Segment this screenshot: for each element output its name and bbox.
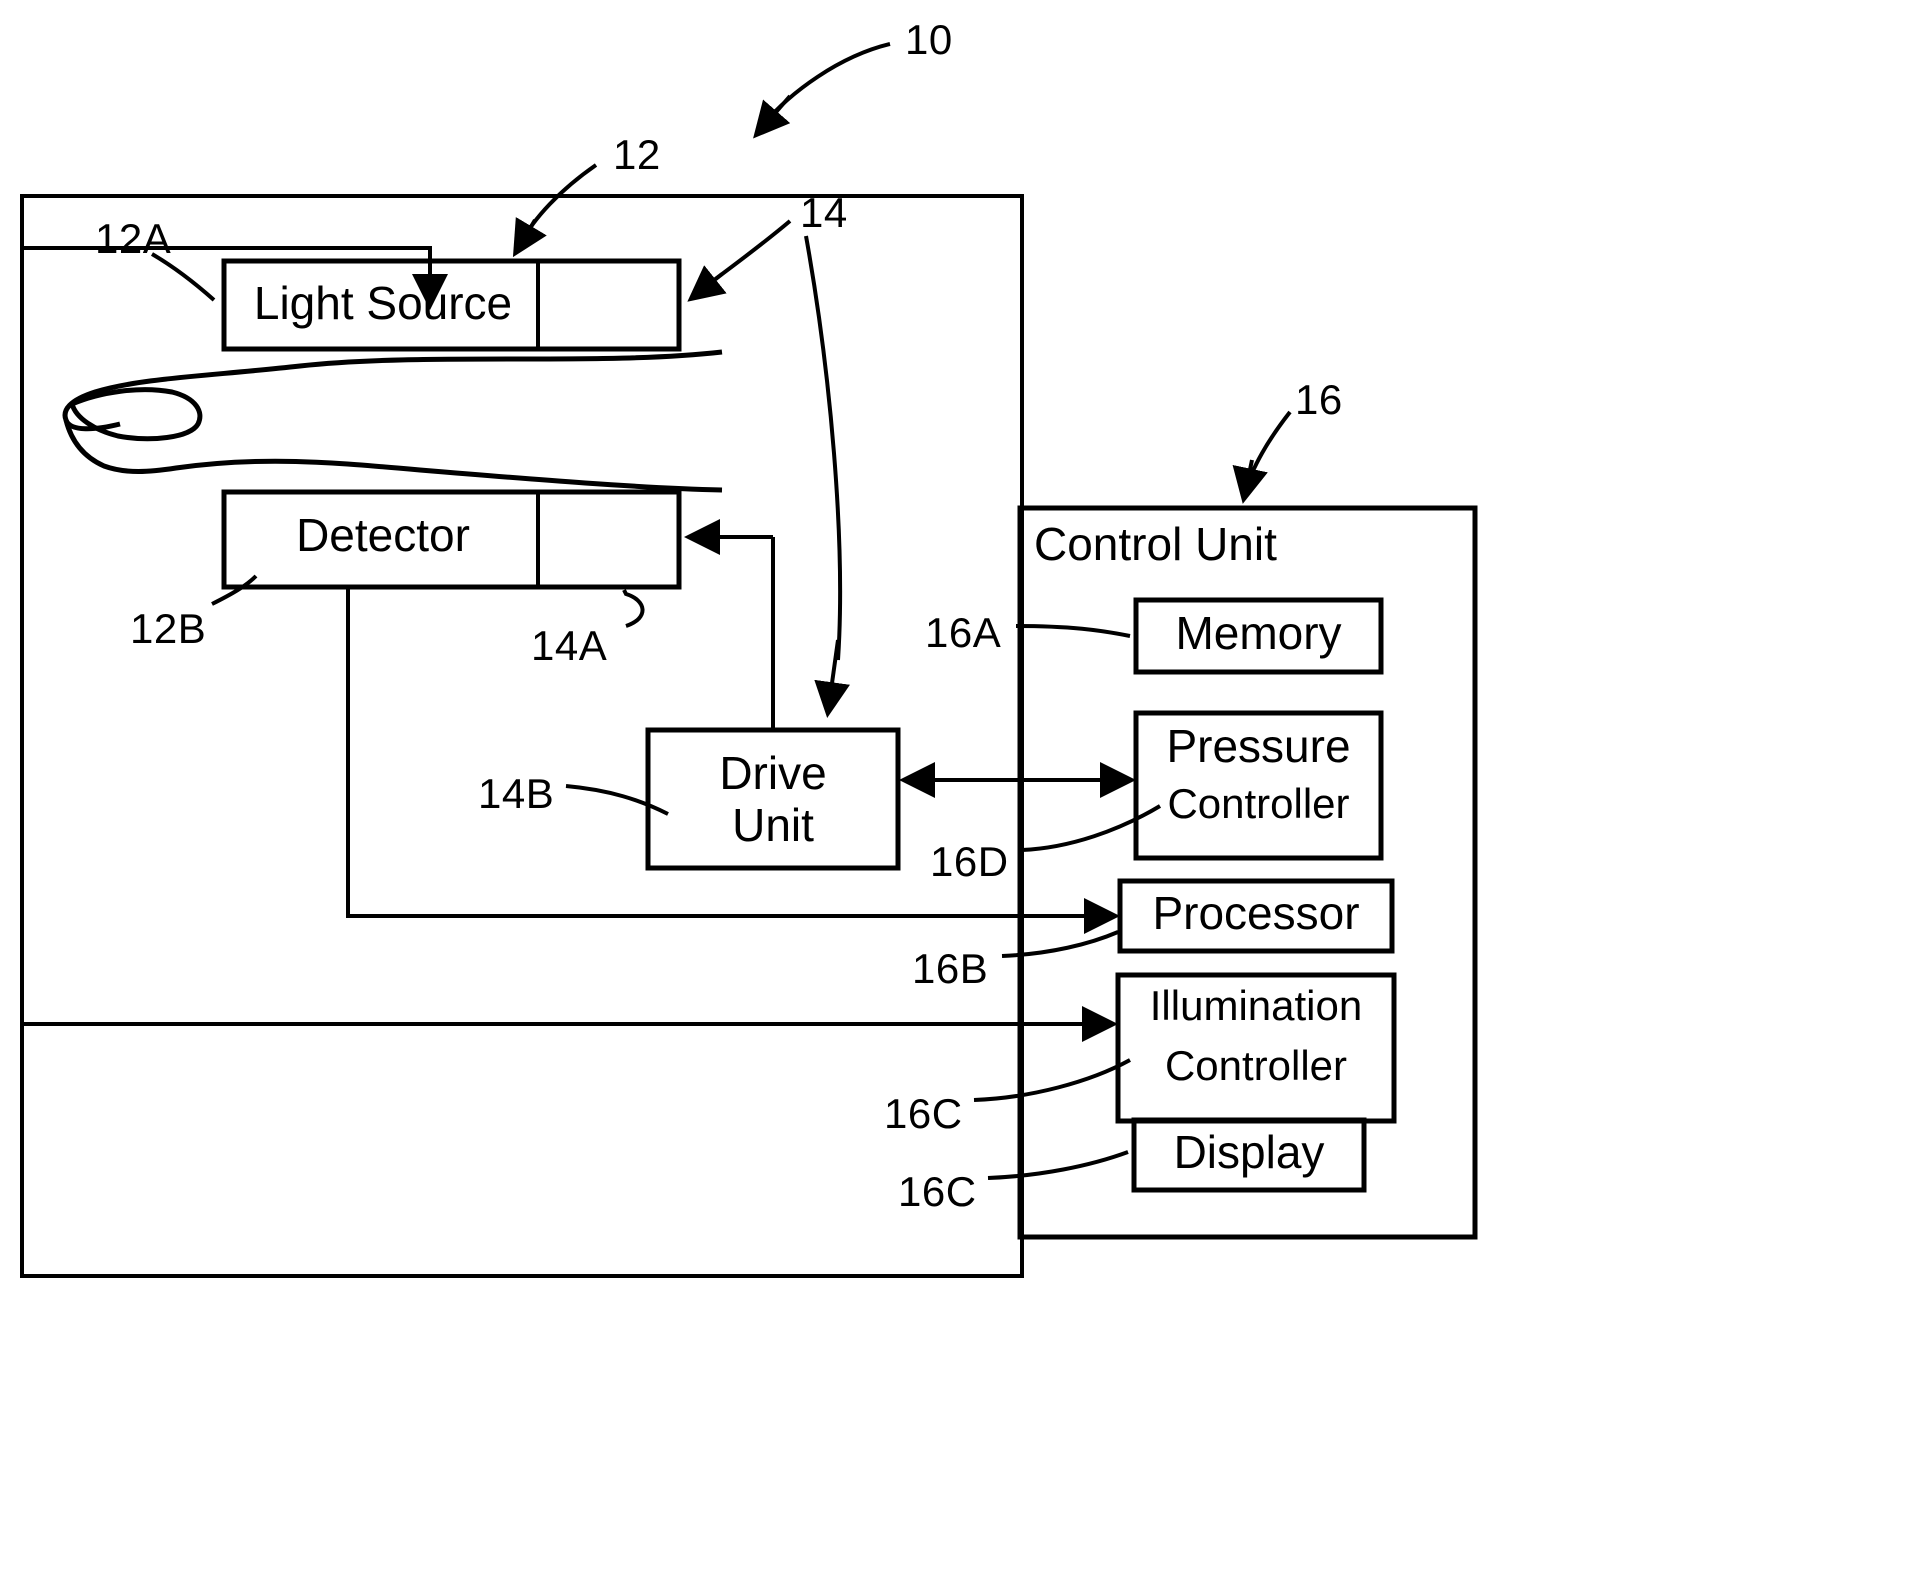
lead-line-14 (687, 219, 792, 302)
light-source-label: Light Source (253, 277, 513, 329)
control-unit-label: Control Unit (1034, 518, 1277, 570)
illumination-controller-label-line1: Illumination (1149, 982, 1363, 1029)
ref-label-16: 16 (1295, 376, 1343, 423)
detector-label: Detector (296, 509, 470, 561)
ref-label-14: 14 (800, 189, 848, 236)
patent-figure-diagram (20, 42, 1478, 1278)
drive-unit-label-line1: Drive (719, 747, 827, 799)
lead-line-14-to-drive-unit (804, 235, 850, 718)
lead-line-12B (211, 574, 258, 606)
drive-unit-label-line2: Unit (732, 799, 814, 851)
lead-line-12 (512, 163, 598, 258)
ref-label-16d: 16D (930, 838, 1009, 885)
ref-label-12a: 12A (95, 215, 172, 262)
finger-illustration (62, 349, 723, 493)
ref-label-14b: 14B (478, 770, 555, 817)
ref-label-16c-illumination: 16C (884, 1090, 963, 1137)
pressure-controller-label-line2: Controller (1167, 780, 1350, 827)
lead-line-16A (1015, 624, 1131, 638)
memory-label: Memory (1175, 607, 1342, 659)
pressure-controller-label-line1: Pressure (1166, 720, 1351, 772)
ref-label-16b: 16B (912, 945, 989, 992)
ref-label-12: 12 (613, 131, 661, 178)
lead-line-10 (753, 42, 891, 139)
ref-label-12b: 12B (130, 605, 207, 652)
lead-line-16C-display (987, 1150, 1129, 1180)
display-label: Display (1173, 1126, 1325, 1178)
illumination-controller-label-line2: Controller (1164, 1042, 1348, 1089)
ref-label-10: 10 (905, 16, 953, 63)
lead-line-16C-illumination (973, 1058, 1131, 1102)
processor-label: Processor (1152, 887, 1360, 939)
ref-label-16c-display: 16C (898, 1168, 977, 1215)
ref-label-16a: 16A (925, 609, 1002, 656)
ref-label-14a: 14A (531, 622, 608, 669)
lead-line-14A (622, 589, 645, 628)
connector-drive-unit-to-detector (684, 519, 775, 730)
lead-line-16 (1232, 410, 1292, 504)
